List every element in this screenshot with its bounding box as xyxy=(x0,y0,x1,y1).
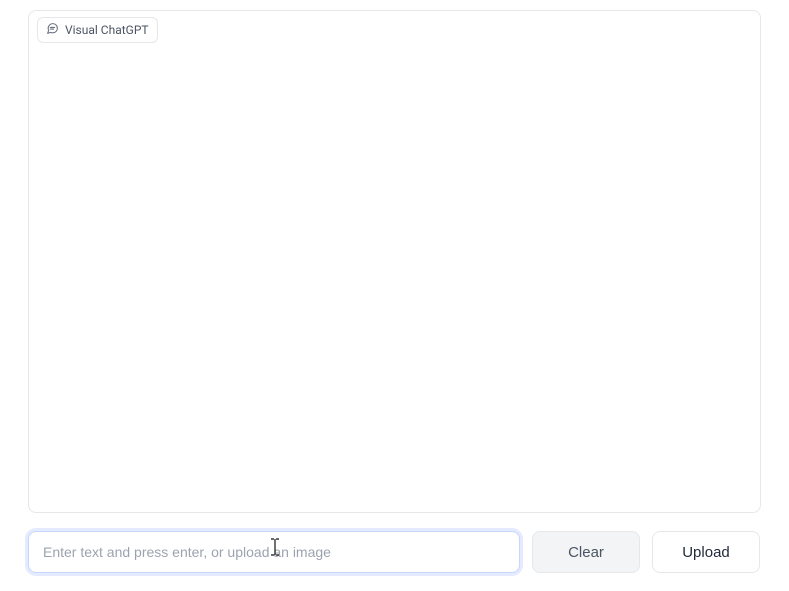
input-row: Clear Upload xyxy=(28,531,761,573)
chat-icon xyxy=(46,22,59,38)
upload-button[interactable]: Upload xyxy=(652,531,760,573)
chat-title-badge: Visual ChatGPT xyxy=(37,17,158,43)
clear-button[interactable]: Clear xyxy=(532,531,640,573)
chat-panel: Visual ChatGPT xyxy=(28,10,761,513)
message-input[interactable] xyxy=(28,531,520,573)
chat-title-text: Visual ChatGPT xyxy=(65,23,149,37)
